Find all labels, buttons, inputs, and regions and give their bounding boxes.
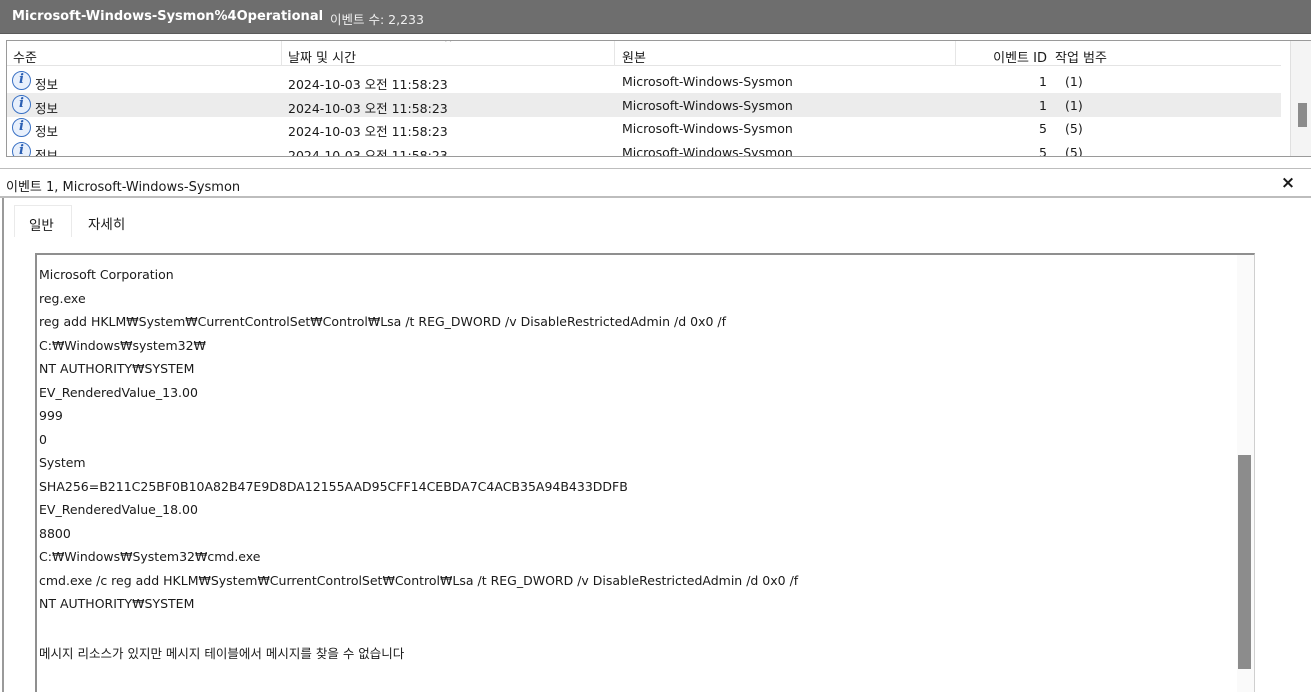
sort-ascending-icon: ^ <box>444 40 453 49</box>
description-line: 999 <box>39 408 63 423</box>
event-list-scrollbar[interactable] <box>1290 41 1311 156</box>
event-source: Microsoft-Windows-Sysmon <box>622 121 793 136</box>
description-line: reg add HKLM₩System₩CurrentControlSet₩Co… <box>39 314 727 329</box>
description-line: NT AUTHORITY₩SYSTEM <box>39 596 195 611</box>
event-id: 1 <box>1039 97 1047 113</box>
description-line: 메시지 리소스가 있지만 메시지 테이블에서 메시지를 찾을 수 없습니다 <box>39 646 405 661</box>
event-list-header: 수준 날짜 및 시간 ^ 원본 이벤트 ID 작업 범주 <box>7 41 1281 66</box>
event-source: Microsoft-Windows-Sysmon <box>622 97 793 113</box>
close-button[interactable]: × <box>1276 172 1300 194</box>
event-list-scroll-thumb[interactable] <box>1298 103 1307 127</box>
description-line: reg.exe <box>39 290 86 306</box>
event-datetime: 2024-10-03 오전 11:58:23 <box>288 124 448 139</box>
event-detail-title: 이벤트 1, Microsoft-Windows-Sysmon <box>6 180 241 195</box>
column-header-level[interactable]: 수준 <box>13 47 37 66</box>
event-id: 5 <box>1039 121 1047 136</box>
description-line: EV_RenderedValue_18.00 <box>39 502 198 517</box>
event-task-category: (1) <box>1065 74 1083 89</box>
event-description-box[interactable]: Microsoft Corporation reg.exe reg add HKLM… <box>35 253 1255 692</box>
event-detail-header: 이벤트 1, Microsoft-Windows-Sysmon × <box>0 168 1311 198</box>
event-list[interactable]: 수준 날짜 및 시간 ^ 원본 이벤트 ID 작업 범주 i 정보 2024-10-… <box>6 40 1311 157</box>
event-level: 정보 <box>35 147 59 157</box>
info-icon: i <box>12 118 31 137</box>
log-title-bar: Microsoft-Windows-Sysmon%4Operational 이벤… <box>0 0 1311 34</box>
event-source: Microsoft-Windows-Sysmon <box>622 74 793 89</box>
event-source: Microsoft-Windows-Sysmon <box>622 144 793 157</box>
event-datetime: 2024-10-03 오전 11:58:23 <box>288 147 448 157</box>
event-level: 정보 <box>35 124 59 139</box>
event-row[interactable]: i 정보 2024-10-03 오전 11:58:23 Microsoft-Windo… <box>7 69 1281 93</box>
event-count: 이벤트 수: 2,233 <box>330 12 424 27</box>
event-id: 5 <box>1039 144 1047 157</box>
description-line: 8800 <box>39 525 71 541</box>
event-row[interactable]: i 정보 2024-10-03 오전 11:58:23 Microsoft-Windo… <box>7 92 1281 117</box>
column-header-datetime[interactable]: 날짜 및 시간 <box>288 47 356 66</box>
description-line: 0 <box>39 431 47 447</box>
description-line: C:₩Windows₩System32₩cmd.exe <box>39 549 261 564</box>
event-id: 1 <box>1039 74 1047 89</box>
detail-pane-border <box>2 198 4 692</box>
event-level: 정보 <box>35 100 59 116</box>
column-header-event-id[interactable]: 이벤트 ID <box>965 47 1047 66</box>
tab-general[interactable]: 일반 <box>14 205 72 237</box>
description-line: C:₩Windows₩system32₩ <box>39 337 206 353</box>
info-icon: i <box>12 141 31 156</box>
column-header-task-category[interactable]: 작업 범주 <box>1055 47 1107 66</box>
description-scrollbar[interactable] <box>1237 255 1254 692</box>
description-line: SHA256=B211C25BF0B10A82B47E9D8DA12155AAD… <box>39 478 628 494</box>
description-line: EV_RenderedValue_13.00 <box>39 384 198 400</box>
description-line: Microsoft Corporation <box>39 267 174 282</box>
info-icon: i <box>12 71 31 90</box>
event-datetime: 2024-10-03 오전 11:58:23 <box>288 100 448 116</box>
event-level: 정보 <box>35 77 59 92</box>
description-line: NT AUTHORITY₩SYSTEM <box>39 361 195 376</box>
tab-details[interactable]: 자세히 <box>74 205 140 237</box>
description-scroll-thumb[interactable] <box>1238 455 1251 669</box>
description-line: System <box>39 455 86 470</box>
event-task-category: (1) <box>1065 97 1083 113</box>
log-name: Microsoft-Windows-Sysmon%4Operational <box>12 9 324 24</box>
event-datetime: 2024-10-03 오전 11:58:23 <box>288 77 448 92</box>
event-row[interactable]: i 정보 2024-10-03 오전 11:58:23 Microsoft-Windo… <box>7 140 1281 157</box>
info-icon: i <box>12 94 31 114</box>
event-task-category: (5) <box>1065 144 1083 157</box>
column-header-source[interactable]: 원본 <box>622 47 646 66</box>
event-row[interactable]: i 정보 2024-10-03 오전 11:58:23 Microsoft-Windo… <box>7 116 1281 140</box>
event-task-category: (5) <box>1065 121 1083 136</box>
description-line: cmd.exe /c reg add HKLM₩System₩CurrentCo… <box>39 572 799 588</box>
